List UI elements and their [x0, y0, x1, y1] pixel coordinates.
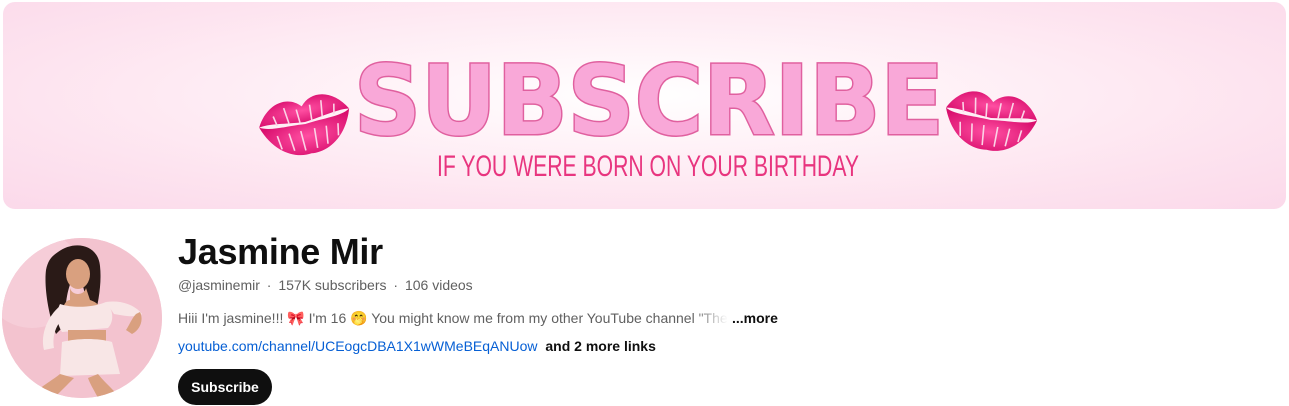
video-count: 106 videos [404, 277, 473, 293]
banner-headline: SUBSCRIBE [354, 45, 944, 157]
meta-separator: · [266, 277, 272, 293]
lips-icon [946, 91, 1038, 151]
more-links-button[interactable]: and 2 more links [545, 338, 655, 354]
subscriber-count: 157K subscribers [278, 277, 387, 293]
channel-banner: SUBSCRIBE IF YOU WERE BORN ON YOUR BIRTH… [3, 2, 1286, 209]
lips-icon [259, 94, 350, 156]
channel-links: youtube.com/channel/UCEogcDBA1X1wWMeBEqA… [178, 338, 656, 354]
channel-meta: @jasminemir · 157K subscribers · 106 vid… [178, 277, 473, 293]
description-more-button[interactable]: ...more [732, 310, 778, 326]
avatar-photo [2, 238, 162, 398]
subscribe-button[interactable]: Subscribe [178, 369, 272, 405]
banner-artwork: SUBSCRIBE IF YOU WERE BORN ON YOUR BIRTH… [259, 44, 1038, 183]
banner-tagline: IF YOU WERE BORN ON YOUR BIRTHDAY [437, 150, 859, 183]
description-text: Hiii I'm jasmine!!! 🎀 I'm 16 🤭 You might… [178, 309, 728, 327]
meta-separator: · [393, 277, 399, 293]
channel-link[interactable]: youtube.com/channel/UCEogcDBA1X1wWMeBEqA… [178, 338, 538, 354]
channel-name: Jasmine Mir [178, 231, 383, 272]
channel-description[interactable]: Hiii I'm jasmine!!! 🎀 I'm 16 🤭 You might… [178, 308, 778, 328]
channel-handle: @jasminemir [178, 277, 260, 293]
avatar[interactable] [2, 238, 162, 398]
